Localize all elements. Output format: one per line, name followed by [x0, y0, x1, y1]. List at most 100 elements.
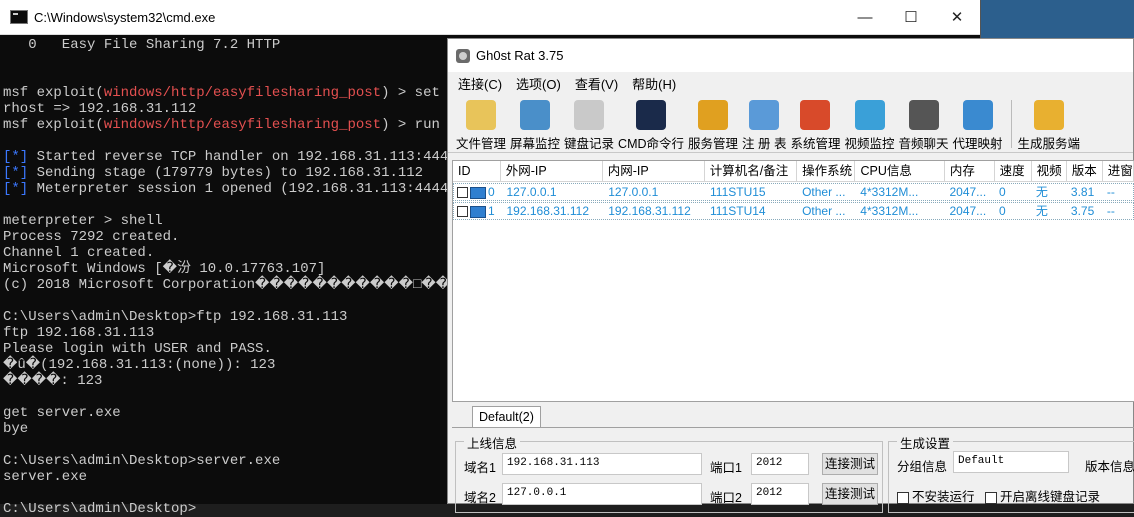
close-button[interactable]: ✕: [934, 0, 980, 34]
no-install-checkbox[interactable]: [897, 491, 909, 504]
host-cell: 无: [1035, 185, 1048, 199]
minimize-button[interactable]: —: [842, 0, 888, 34]
folder-icon: [466, 100, 496, 130]
host-id: 1: [488, 204, 495, 218]
group-info-input[interactable]: Default: [953, 451, 1069, 473]
toolbar-button[interactable]: CMD命令行: [618, 100, 684, 152]
build-settings-title: 生成设置: [897, 433, 954, 452]
row-checkbox[interactable]: [457, 206, 468, 218]
menu-connect[interactable]: 连接(C): [458, 74, 502, 93]
console-text: Channel 1 created.: [3, 245, 155, 261]
ghost-window-title: Gh0st Rat 3.75: [476, 48, 564, 63]
column-header[interactable]: ID: [453, 161, 501, 181]
host-cell: 无: [1035, 204, 1048, 218]
version-info-label: 版本信息: [1085, 460, 1134, 474]
settings-panel: 上线信息 域名1 192.168.31.113 端口1 2012 连接测试 域名…: [452, 432, 1134, 513]
toolbar-button-label: 注 册 表: [742, 137, 787, 151]
column-header[interactable]: 视频: [1032, 161, 1067, 181]
domain2-label: 域名2: [464, 491, 496, 505]
host-cell: 111STU14: [710, 204, 766, 218]
cmd-title-bar[interactable]: C:\Windows\system32\cmd.exe — ☐ ✕: [0, 0, 980, 35]
column-header[interactable]: 内网-IP: [603, 161, 705, 181]
toolbar-button[interactable]: 代理映射: [953, 100, 1003, 152]
keyboard-icon: [574, 100, 605, 130]
no-install-option[interactable]: 不安装运行: [897, 486, 975, 505]
console-text: Sending stage (179779 bytes) to 192.168.…: [28, 165, 424, 181]
maximize-button[interactable]: ☐: [888, 0, 934, 34]
console-text: Microsoft Windows [�汾 10.0.17763.107]: [3, 261, 326, 277]
console-text: rhost => 192.168.31.112: [3, 101, 197, 117]
tab-default[interactable]: Default(2): [472, 406, 541, 427]
menu-help[interactable]: 帮助(H): [632, 74, 676, 93]
column-header[interactable]: 内存: [945, 161, 995, 181]
host-cell: 4*3312M...: [860, 204, 919, 218]
host-list-header: ID 外网-IP 内网-IP 计算机名/备注 操作系统 CPU信息 内存 速度 视频 版本 进窗: [453, 161, 1134, 182]
host-cell: 127.0.0.1: [608, 185, 659, 199]
domain1-label: 域名1: [464, 461, 496, 475]
port1-label: 端口1: [710, 461, 742, 475]
port1-input[interactable]: 2012: [751, 453, 809, 475]
toolbar-button[interactable]: 音频聊天: [899, 100, 949, 152]
menu-view[interactable]: 查看(V): [575, 74, 618, 93]
domain2-input[interactable]: 127.0.0.1: [502, 483, 702, 505]
column-header[interactable]: 操作系统: [797, 161, 856, 181]
toolbar-button[interactable]: 视频监控: [845, 100, 895, 152]
test-connection-button-1[interactable]: 连接测试: [822, 453, 878, 475]
column-header[interactable]: CPU信息: [855, 161, 945, 181]
host-cell: 0: [998, 185, 1006, 199]
toolbar-button[interactable]: 服务管理: [688, 100, 738, 152]
toolbar-button[interactable]: 文件管理: [456, 100, 506, 152]
toolbar-button[interactable]: 屏幕监控: [510, 100, 560, 152]
host-cell: 0: [454, 184, 502, 200]
offline-keylog-checkbox[interactable]: [985, 491, 997, 504]
no-install-label: 不安装运行: [912, 490, 975, 504]
computer-icon: [470, 205, 486, 218]
registry-icon: [749, 100, 780, 130]
console-text: server.exe: [3, 469, 88, 485]
column-header[interactable]: 计算机名/备注: [705, 161, 798, 181]
column-header[interactable]: 进窗: [1103, 161, 1134, 181]
host-cell: 3.75: [1070, 204, 1095, 218]
windows-icon: [800, 100, 831, 130]
console-text: get server.exe: [3, 405, 121, 421]
console-text: windows/http/easyfilesharing_post: [103, 85, 382, 101]
host-cell: 2047...: [949, 204, 987, 218]
toolbar-button[interactable]: 注 册 表: [742, 100, 786, 152]
toolbar-button-label: 代理映射: [952, 137, 1003, 151]
toolbar-button[interactable]: 系统管理: [790, 100, 841, 152]
toolbar-button-label: 生成服务端: [1017, 137, 1081, 151]
console-text: msf exploit(: [3, 85, 104, 101]
host-id: 0: [488, 185, 495, 199]
ghost-title-bar[interactable]: Gh0st Rat 3.75: [448, 39, 1133, 72]
port2-label: 端口2: [710, 491, 742, 505]
headset-icon: [908, 100, 939, 130]
row-checkbox[interactable]: [457, 187, 468, 199]
console-text: bye: [3, 421, 29, 437]
menu-options[interactable]: 选项(O): [516, 74, 561, 93]
host-row[interactable]: 1 192.168.31.112 192.168.31.112 111STU14 Oth…: [453, 202, 1134, 220]
test-connection-button-2[interactable]: 连接测试: [822, 483, 878, 505]
host-row[interactable]: 0 127.0.0.1 127.0.0.1 111STU15 Other ... 4*33…: [453, 183, 1134, 201]
cmd-icon: [636, 100, 667, 130]
computer-icon: [470, 186, 486, 199]
toolbar-separator: [1010, 100, 1012, 148]
toolbar-button-label: 视频监控: [844, 137, 895, 151]
column-header[interactable]: 外网-IP: [501, 161, 603, 181]
host-cell: 1: [454, 203, 502, 219]
port2-input[interactable]: 2012: [751, 483, 809, 505]
toolbar: 文件管理 屏幕监控 键盘记录 CMD命令行 服务管理注 册 表系统管理 视频监控 音频聊天代…: [448, 94, 1133, 153]
toolbar-button[interactable]: 生成服务端: [1017, 100, 1081, 152]
toolbar-button[interactable]: 键盘记录: [564, 100, 614, 152]
host-cell: 0: [998, 204, 1006, 218]
column-header[interactable]: 版本: [1067, 161, 1103, 181]
console-text: [*]: [3, 181, 29, 197]
console-text: C:\Users\admin\Desktop>: [3, 501, 197, 517]
console-text: msf exploit(: [3, 117, 104, 133]
offline-keylog-option[interactable]: 开启离线键盘记录: [985, 486, 1100, 505]
domain1-input[interactable]: 192.168.31.113: [502, 453, 702, 475]
column-header[interactable]: 速度: [995, 161, 1032, 181]
console-text: windows/http/easyfilesharing_post: [103, 117, 382, 133]
host-list[interactable]: ID 外网-IP 内网-IP 计算机名/备注 操作系统 CPU信息 内存 速度 视频 版本 进窗 0…: [452, 160, 1134, 402]
ghost-rat-window[interactable]: Gh0st Rat 3.75 连接(C) 选项(O) 查看(V) 帮助(H) 文…: [447, 38, 1134, 513]
build-settings-group: 生成设置 分组信息 Default 版本信息 不安装运行 开启离线键盘记录: [888, 433, 1134, 513]
